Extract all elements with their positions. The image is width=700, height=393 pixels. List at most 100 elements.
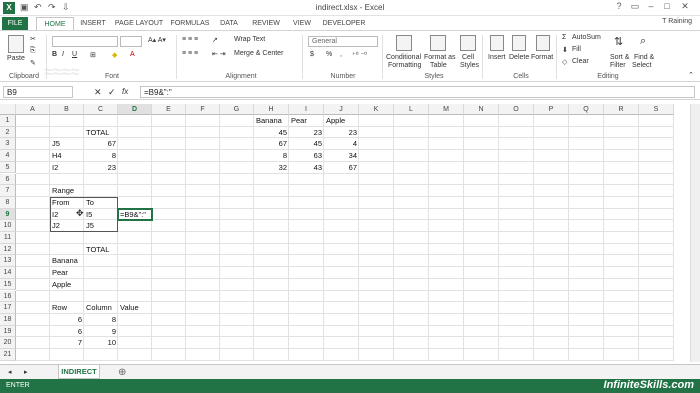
name-box[interactable]: B9 (3, 86, 73, 98)
user-name[interactable]: T Raining (662, 18, 692, 25)
row-header-11[interactable]: 11 (0, 232, 16, 244)
cell-b13[interactable]: Banana (50, 255, 84, 266)
row-header-16[interactable]: 16 (0, 290, 16, 303)
row-header-4[interactable]: 4 (0, 150, 16, 162)
cell-b10[interactable]: J2 (50, 220, 84, 231)
column-header-j[interactable]: J (324, 104, 359, 115)
cell-c3[interactable]: 67 (84, 138, 118, 149)
cell-j1[interactable]: Apple (324, 115, 359, 126)
insert-cells-icon[interactable] (490, 35, 504, 51)
ribbon-display-icon[interactable]: ▭ (628, 1, 642, 12)
confirm-entry-icon[interactable]: ✓ (108, 87, 116, 98)
cell-b15[interactable]: Apple (50, 279, 84, 290)
column-header-b[interactable]: B (50, 104, 84, 115)
row-header-18[interactable]: 18 (0, 313, 16, 326)
tab-review[interactable]: REVIEW (248, 17, 284, 30)
column-header-i[interactable]: I (289, 104, 324, 115)
font-name-combo[interactable] (52, 36, 118, 47)
row-header-21[interactable]: 21 (0, 349, 16, 361)
font-grow-icon[interactable]: A▴ A▾ (148, 36, 166, 44)
column-header-l[interactable]: L (394, 104, 429, 115)
help-icon[interactable]: ? (612, 1, 626, 11)
align-left-icon[interactable]: ≡ ≡ ≡ (182, 50, 198, 57)
find-select-button[interactable]: Find & (634, 54, 654, 61)
cell-b14[interactable]: Pear (50, 267, 84, 278)
cell-d17[interactable]: Value (118, 302, 152, 313)
delete-cells-icon[interactable] (512, 35, 526, 51)
column-header-q[interactable]: Q (569, 104, 604, 115)
paste-label[interactable]: Paste (7, 55, 25, 62)
column-header-c[interactable]: C (84, 104, 118, 115)
row-header-6[interactable]: 6 (0, 173, 16, 186)
tab-view[interactable]: VIEW (288, 17, 316, 30)
cell-c5[interactable]: 23 (84, 162, 118, 173)
cell-j2[interactable]: 23 (324, 127, 359, 138)
new-sheet-icon[interactable]: ⊕ (118, 367, 126, 378)
cell-h4[interactable]: 8 (254, 150, 289, 161)
tab-file[interactable]: FILE (2, 17, 28, 30)
row-header-14[interactable]: 14 (0, 267, 16, 279)
wrap-text-button[interactable]: Wrap Text (234, 36, 265, 43)
cancel-entry-icon[interactable]: ✕ (94, 87, 102, 98)
cell-i1[interactable]: Pear (289, 115, 324, 126)
cell-b17[interactable]: Row (50, 302, 84, 313)
close-icon[interactable]: ✕ (678, 1, 692, 12)
row-header-13[interactable]: 13 (0, 255, 16, 268)
row-header-9[interactable]: 9 (0, 208, 16, 221)
column-header-h[interactable]: H (254, 104, 289, 115)
cell-d9[interactable]: =B9&":" (118, 209, 152, 220)
cell-c2[interactable]: TOTAL (84, 127, 118, 138)
autosum-button[interactable]: AutoSum (572, 34, 601, 41)
tab-home[interactable]: HOME (36, 17, 74, 30)
cell-styles-icon[interactable] (460, 35, 476, 51)
conditional-formatting-button[interactable]: Conditional (386, 54, 421, 61)
collapse-ribbon-icon[interactable]: ⌃ (688, 71, 694, 79)
column-header-r[interactable]: R (604, 104, 639, 115)
cell-b3[interactable]: J5 (50, 138, 84, 149)
row-header-19[interactable]: 19 (0, 325, 16, 338)
cell-c17[interactable]: Column (84, 302, 118, 313)
cell-h5[interactable]: 32 (254, 162, 289, 173)
autosum-icon[interactable]: Σ (562, 34, 566, 41)
cell-c10[interactable]: J5 (84, 220, 118, 231)
fill-button[interactable]: Fill (572, 46, 581, 53)
sheet-prev-icon[interactable]: ◂ (8, 368, 12, 376)
column-header-a[interactable]: A (16, 104, 50, 115)
cell-c20[interactable]: 10 (84, 337, 118, 348)
format-as-table-icon[interactable] (430, 35, 446, 51)
format-as-table-button[interactable]: Format as (424, 54, 456, 61)
vertical-scrollbar[interactable] (690, 104, 700, 362)
column-header-o[interactable]: O (499, 104, 534, 115)
cell-b20[interactable]: 7 (50, 337, 84, 348)
align-top-icon[interactable]: ≡ ≡ ≡ (182, 36, 198, 43)
paste-icon[interactable] (8, 35, 24, 53)
orientation-icon[interactable]: ↗ (212, 36, 218, 44)
cell-i5[interactable]: 43 (289, 162, 324, 173)
column-header-p[interactable]: P (534, 104, 569, 115)
minimize-icon[interactable]: – (644, 1, 658, 11)
row-header-3[interactable]: 3 (0, 138, 16, 151)
font-color-icon[interactable]: A (130, 51, 135, 58)
bold-icon[interactable]: B (52, 51, 57, 58)
cell-i2[interactable]: 23 (289, 127, 324, 138)
cell-c9[interactable]: I5 (84, 209, 118, 220)
sheet-tab-indirect[interactable]: INDIRECT (58, 365, 100, 379)
delete-cells-button[interactable]: Delete (509, 54, 529, 61)
tab-formulas[interactable]: FORMULAS (168, 17, 212, 30)
currency-button[interactable]: $ (310, 51, 314, 58)
cut-icon[interactable]: ✂ (30, 35, 36, 43)
column-header-n[interactable]: N (464, 104, 499, 115)
cell-i3[interactable]: 45 (289, 138, 324, 149)
format-painter-icon[interactable]: ✎ (30, 59, 36, 67)
format-cells-icon[interactable] (536, 35, 550, 51)
row-header-17[interactable]: 17 (0, 302, 16, 314)
cell-b4[interactable]: H4 (50, 150, 84, 161)
cell-b19[interactable]: 6 (50, 326, 84, 337)
cell-b7[interactable]: Range (50, 185, 84, 196)
indent-icon[interactable]: ⇤ ⇥ (212, 50, 226, 58)
column-header-e[interactable]: E (152, 104, 186, 115)
cell-c19[interactable]: 9 (84, 326, 118, 337)
cell-styles-button[interactable]: Cell (462, 54, 474, 61)
fill-color-icon[interactable]: ◆ (112, 51, 117, 59)
column-header-f[interactable]: F (186, 104, 220, 115)
